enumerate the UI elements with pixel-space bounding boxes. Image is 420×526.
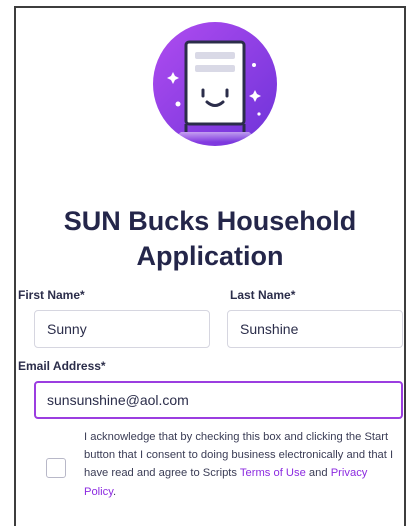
last-name-field[interactable]: [227, 310, 403, 348]
smiling-document-icon: [153, 22, 277, 146]
page-title: SUN Bucks Household Application: [63, 206, 357, 271]
first-name-field[interactable]: [34, 310, 210, 348]
consent-checkbox[interactable]: [46, 458, 66, 478]
first-name-label: First Name*: [18, 288, 85, 302]
consent-conjunction: and: [305, 467, 331, 480]
terms-of-use-link[interactable]: Terms of Use: [240, 467, 306, 479]
email-label: Email Address*: [18, 359, 106, 373]
consent-period: .: [113, 485, 117, 498]
last-name-label: Last Name*: [230, 288, 296, 302]
email-field[interactable]: [34, 381, 403, 419]
consent-text: I acknowledge that by checking this box …: [84, 428, 402, 501]
